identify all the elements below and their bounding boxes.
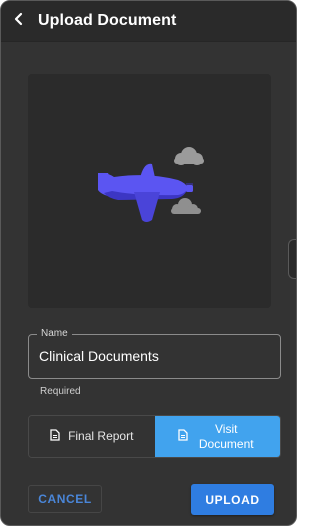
cancel-button[interactable]: CANCEL xyxy=(28,485,102,513)
dialog-header: Upload Document xyxy=(1,1,296,42)
name-field-label: Name xyxy=(37,327,72,341)
upload-illustration xyxy=(28,74,271,308)
final-report-option[interactable]: Final Report xyxy=(29,416,155,457)
name-field-value[interactable]: Clinical Documents xyxy=(39,348,159,364)
upload-button[interactable]: UPLOAD xyxy=(191,484,274,515)
document-icon xyxy=(178,429,188,444)
visit-document-label: Visit Document xyxy=(198,421,254,451)
document-type-toggle: Final Report Visit Document xyxy=(28,415,281,458)
visit-document-option[interactable]: Visit Document xyxy=(154,416,280,457)
side-panel-handle[interactable] xyxy=(288,239,296,279)
page-title: Upload Document xyxy=(38,12,177,29)
name-helper-text: Required xyxy=(40,386,81,397)
final-report-label: Final Report xyxy=(68,429,134,443)
cloud-icon xyxy=(174,147,204,165)
document-icon xyxy=(50,429,60,444)
name-field[interactable]: Name Clinical Documents xyxy=(28,327,281,379)
chevron-left-icon xyxy=(13,12,25,31)
back-button[interactable] xyxy=(9,9,29,33)
upload-document-dialog: Upload Document Name Clinical Documents … xyxy=(0,0,297,526)
cloud-icon xyxy=(171,198,201,214)
